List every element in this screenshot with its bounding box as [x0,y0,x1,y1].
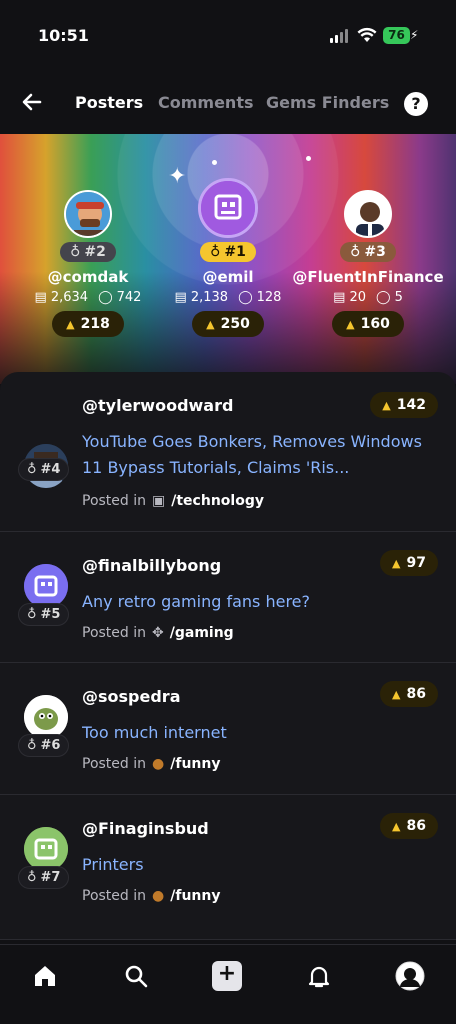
list-item[interactable]: ♁ #6 @sospedra ▲ 86 Too much internet Post… [0,663,456,795]
avatar [344,190,392,238]
list-item[interactable]: ♁ #5 @finalbillybong ▲ 97 Any retro gaming… [0,532,456,663]
post-author[interactable]: @Finaginsbud [82,819,209,838]
upvote-icon: ▲ [382,398,391,412]
score-pill: ▲ 218 [52,311,124,337]
community-link[interactable]: /funny [170,756,220,772]
list-item[interactable]: ♁ #7 @Finaginsbud ▲ 86 Printers Posted in … [0,795,456,940]
bell-icon[interactable] [306,963,332,989]
score-pill: ▲ 250 [192,311,264,337]
bottom-tab-bar: + [0,944,456,1024]
rank-badge: ♁ #6 [18,734,70,757]
avatar [24,827,68,871]
home-icon[interactable] [32,963,58,989]
award-icon: ♁ [350,244,361,260]
search-icon[interactable] [123,963,149,989]
podium-second[interactable]: ♁ #2 @comdak ▤ 2,634 ◯ 742 ▲ 218 [8,190,168,337]
poop-icon: ● [152,756,165,772]
sparkle-dot [306,156,311,161]
battery-indicator: 76 [383,27,410,44]
score-pill: ▲ 142 [370,392,438,418]
podium-stats: ▤ 2,634 ◯ 742 [34,290,142,305]
chip-icon: ▣ [152,493,166,509]
status-bar: 10:51 76 ⚡ [0,0,456,70]
rank-badge: ♁ #7 [18,866,70,889]
post-author[interactable]: @finalbillybong [82,556,221,575]
podium-stats: ▤ 2,138 ◯ 128 [174,290,282,305]
podium-handle: @comdak [47,268,129,286]
signal-icon [330,29,348,43]
sparkle-icon: ✦ [168,164,187,189]
tab-gems-finders[interactable]: Gems Finders [266,93,389,112]
award-icon: ♁ [27,738,37,753]
avatar [64,190,112,238]
community-link[interactable]: /technology [171,493,264,509]
posts-icon: ▤ [174,290,187,305]
tab-posters[interactable]: Posters [75,93,143,112]
award-icon: ♁ [27,870,37,885]
posted-in: Posted in ▣ /technology [82,493,264,509]
community-link[interactable]: /funny [170,888,220,904]
comment-icon: ◯ [238,290,253,305]
rank-badge: ♁ #2 [60,242,116,262]
upvote-icon: ▲ [206,317,215,331]
upvote-icon: ▲ [392,687,401,701]
score-pill: ▲ 86 [380,813,438,839]
leaderboard-podium: ✦ ♁ #2 @comdak ▤ 2,634 ◯ 742 ▲ 218 ♁ #1 @emil… [0,134,456,384]
charging-icon: ⚡ [410,28,419,42]
podium-handle: @FluentInFinance [292,268,444,286]
score-pill: ▲ 86 [380,681,438,707]
podium-handle: @emil [202,268,254,286]
avatar [24,564,68,608]
post-title[interactable]: YouTube Goes Bonkers, Removes Windows 11… [82,429,442,481]
rank-badge: ♁ #4 [18,458,70,481]
post-author[interactable]: @sospedra [82,687,180,706]
avatar [198,178,258,238]
wifi-icon [357,27,377,42]
profile-avatar[interactable] [395,961,425,991]
list-item[interactable]: ♁ #4 @tylerwoodward ▲ 142 YouTube Goes Bon… [0,372,456,532]
rank-badge: ♁ #3 [340,242,396,262]
status-time: 10:51 [38,26,89,45]
comment-icon: ◯ [98,290,113,305]
posts-icon: ▤ [333,290,346,305]
posted-in: Posted in ✥ /gaming [82,625,234,641]
podium-stats: ▤ 20 ◯ 5 [333,290,403,305]
post-title[interactable]: Too much internet [82,720,442,746]
comment-icon: ◯ [376,290,391,305]
award-icon: ♁ [27,607,37,622]
post-author[interactable]: @tylerwoodward [82,396,233,415]
rank-badge: ♁ #5 [18,603,70,626]
leaderboard-list: ♁ #4 @tylerwoodward ▲ 142 YouTube Goes Bon… [0,372,456,940]
score-pill: ▲ 160 [332,311,404,337]
podium-third[interactable]: ♁ #3 @FluentInFinance ▤ 20 ◯ 5 ▲ 160 [288,190,448,337]
sparkle-dot [212,160,217,165]
upvote-icon: ▲ [392,819,401,833]
posted-in: Posted in ● /funny [82,888,221,904]
community-link[interactable]: /gaming [170,625,234,641]
post-title[interactable]: Any retro gaming fans here? [82,589,442,615]
posted-in: Posted in ● /funny [82,756,221,772]
gamepad-icon: ✥ [152,625,164,641]
top-nav: Posters Comments Gems Finders ? [0,82,456,126]
award-icon: ♁ [27,462,37,477]
upvote-icon: ▲ [392,556,401,570]
award-icon: ♁ [210,244,221,260]
score-pill: ▲ 97 [380,550,438,576]
back-arrow-icon[interactable] [20,90,44,114]
posts-icon: ▤ [34,290,47,305]
avatar [24,695,68,739]
award-icon: ♁ [70,244,81,260]
upvote-icon: ▲ [66,317,75,331]
poop-icon: ● [152,888,165,904]
post-title[interactable]: Printers [82,852,442,878]
rank-badge: ♁ #1 [200,242,256,262]
help-icon[interactable]: ? [404,92,428,116]
podium-first[interactable]: ♁ #1 @emil ▤ 2,138 ◯ 128 ▲ 250 [148,178,308,337]
create-post-button[interactable]: + [212,961,242,991]
upvote-icon: ▲ [346,317,355,331]
tab-comments[interactable]: Comments [158,93,254,112]
